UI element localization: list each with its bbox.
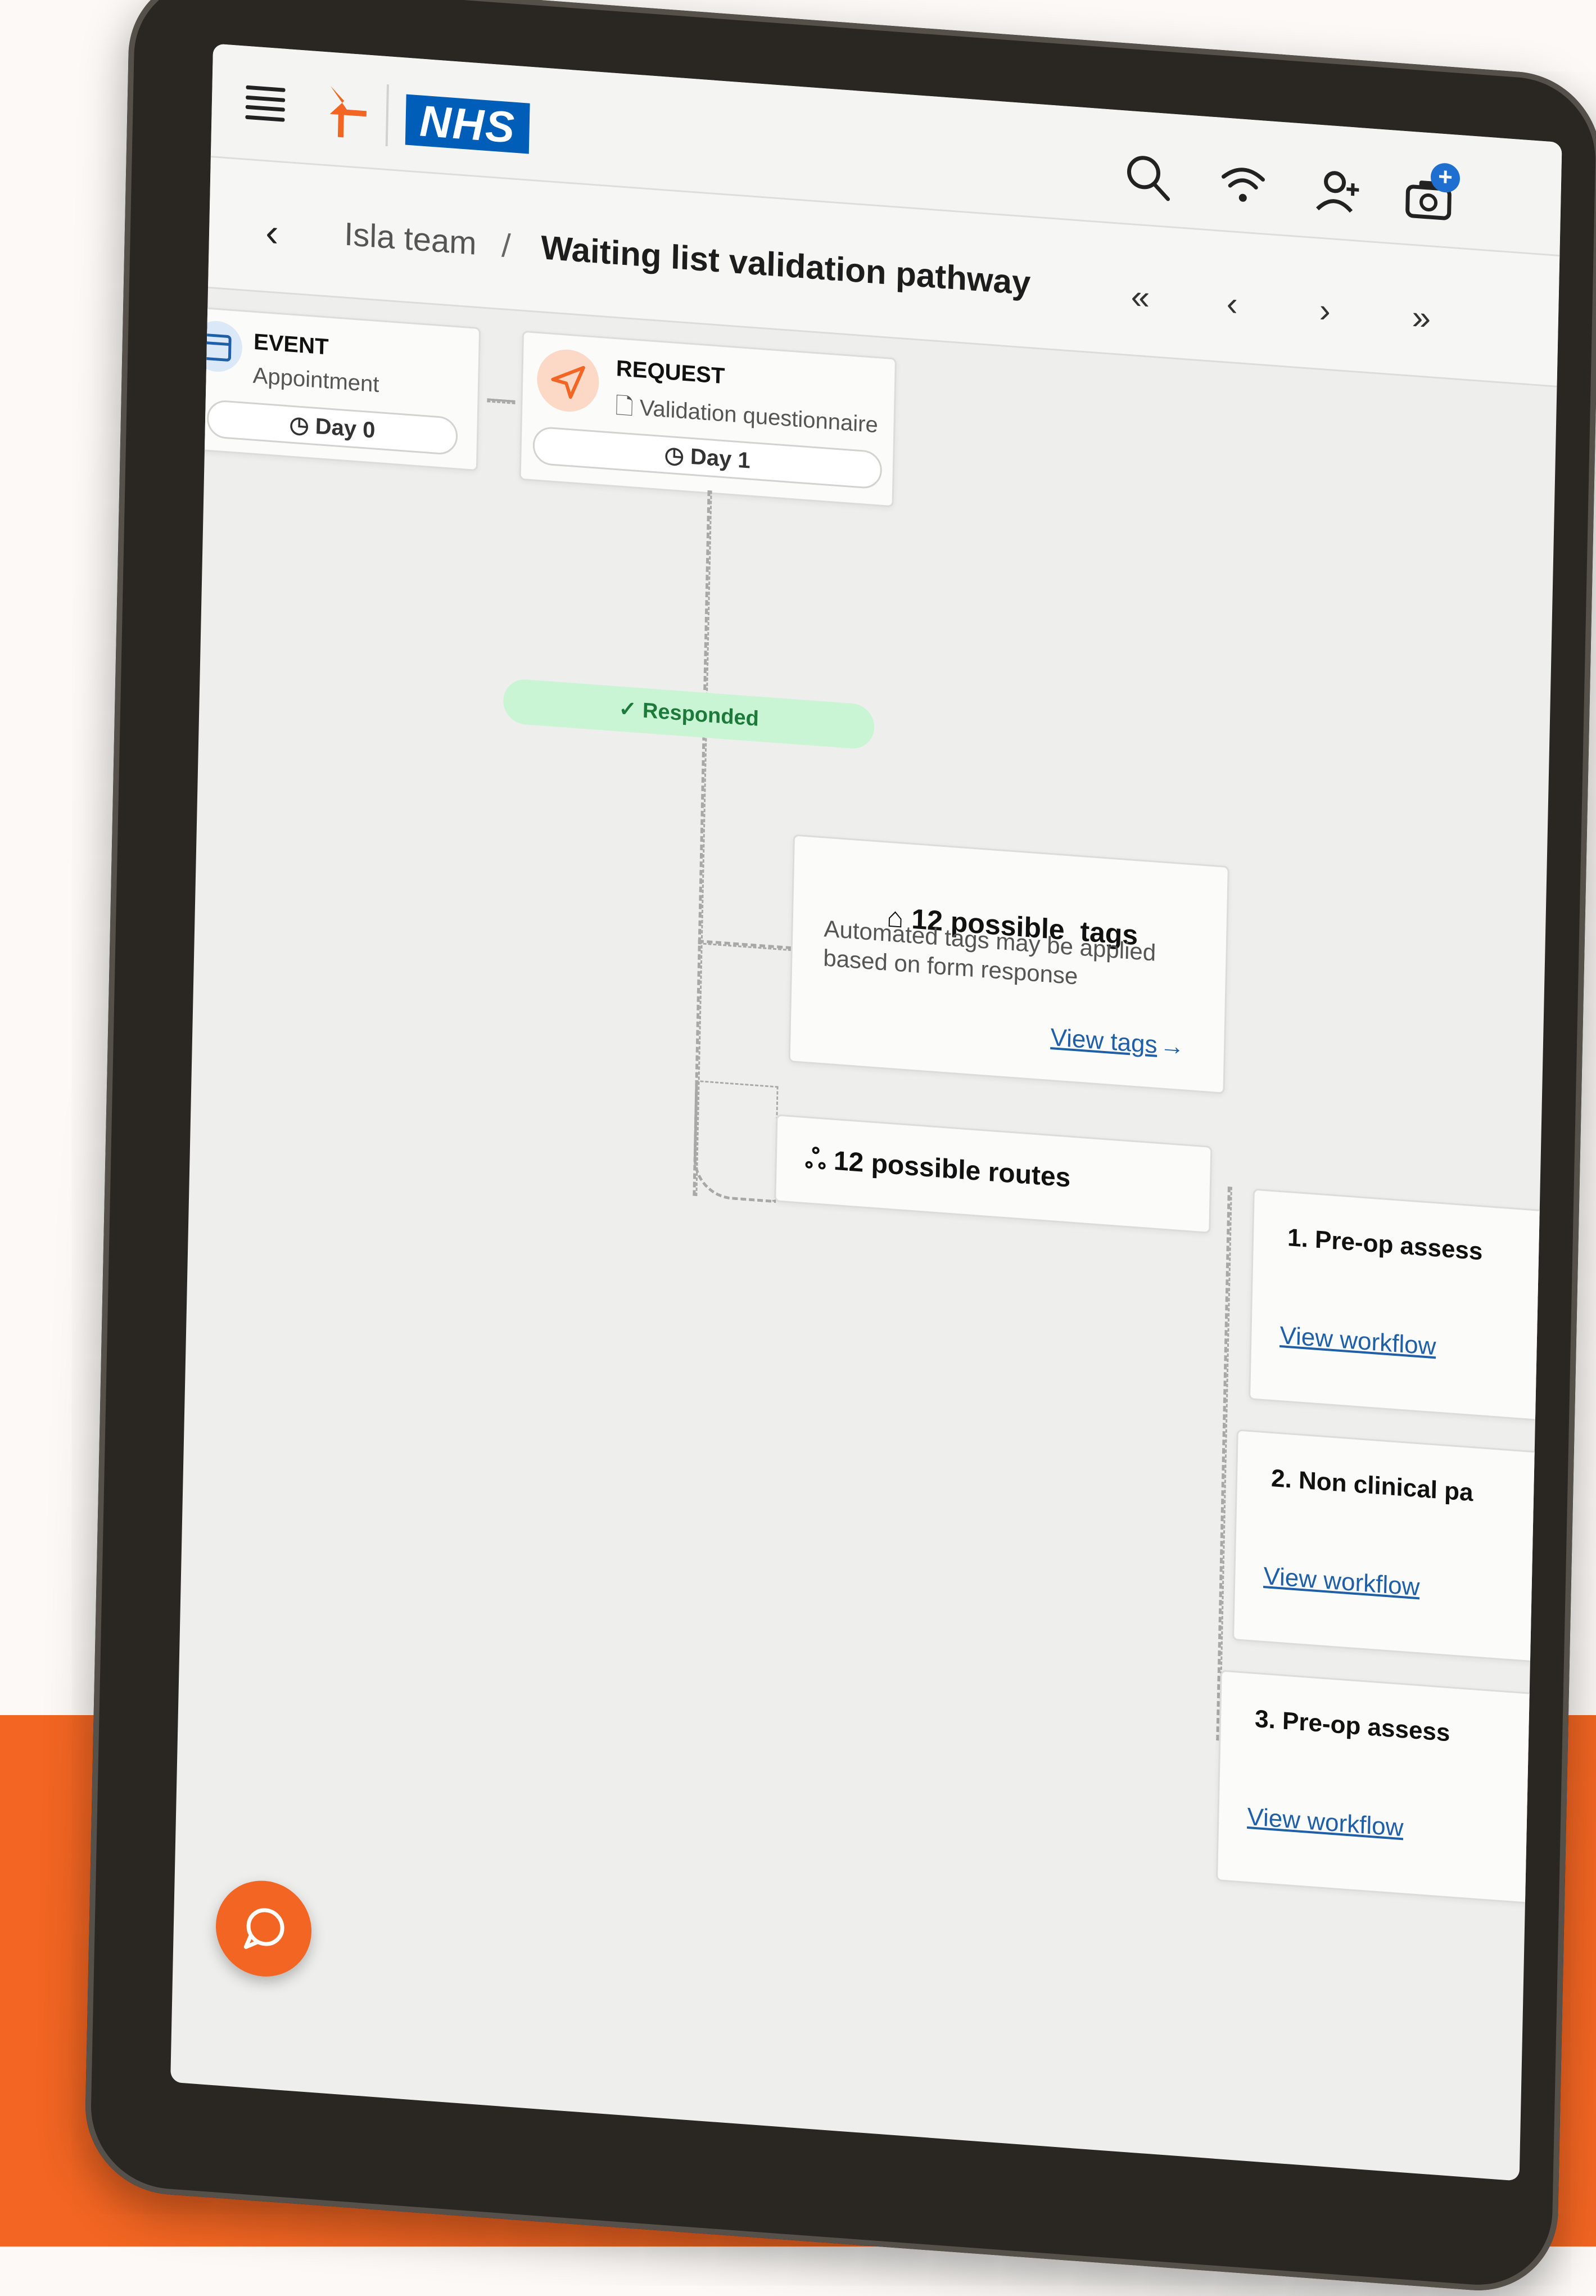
last-page-button[interactable]: » bbox=[1412, 297, 1431, 337]
search-icon[interactable] bbox=[1122, 150, 1173, 204]
responded-status-badge: ✓ Responded bbox=[503, 678, 875, 750]
back-chevron-icon[interactable]: ‹ bbox=[265, 209, 279, 255]
request-node-name: Validation questionnaire bbox=[639, 395, 878, 437]
view-workflow-link[interactable]: View workflow bbox=[1247, 1803, 1404, 1842]
clock-icon: ◷ bbox=[664, 442, 690, 468]
event-day-pill: ◷ Day 0 bbox=[206, 399, 458, 456]
request-node-card[interactable]: REQUEST 🗋 Validation questionnaire ◷ Day… bbox=[519, 331, 897, 507]
view-tags-label: View tags bbox=[1050, 1023, 1158, 1059]
request-node-day: Day 1 bbox=[690, 444, 751, 473]
app-screen: NHS + bbox=[170, 43, 1562, 2181]
tags-branch-connector bbox=[698, 940, 792, 951]
route-card[interactable]: 2. Non clinical pa View workflow bbox=[1232, 1429, 1562, 1665]
nhs-logo: NHS bbox=[405, 94, 530, 154]
wifi-icon bbox=[1217, 157, 1269, 211]
header-divider bbox=[386, 84, 389, 146]
event-request-connector bbox=[487, 398, 515, 404]
clock-icon: ◷ bbox=[289, 412, 315, 438]
tablet-device: NHS + bbox=[84, 0, 1596, 2296]
tags-card: ⌂ 12 possible tags Automated tags may be… bbox=[789, 834, 1229, 1094]
event-node-day: Day 0 bbox=[315, 414, 376, 443]
breadcrumb-parent[interactable]: Isla team bbox=[344, 215, 477, 263]
view-tags-link[interactable]: View tags → bbox=[1050, 1023, 1184, 1061]
route-title: 3. Pre-op assess bbox=[1255, 1705, 1450, 1747]
arrow-right-icon: → bbox=[1160, 1031, 1185, 1061]
event-node-card[interactable]: EVENT Appointment ◷ Day 0 bbox=[193, 306, 481, 471]
view-workflow-link[interactable]: View workflow bbox=[1263, 1562, 1420, 1602]
routes-card[interactable]: ஃ 12 possible routes bbox=[774, 1114, 1212, 1234]
route-card[interactable]: 1. Pre-op assess View workflow bbox=[1249, 1188, 1562, 1424]
next-page-button[interactable]: › bbox=[1319, 291, 1331, 330]
route-title: 1. Pre-op assess bbox=[1287, 1224, 1483, 1266]
hamburger-menu-icon[interactable] bbox=[245, 85, 285, 122]
route-card[interactable]: 3. Pre-op assess View workflow bbox=[1216, 1670, 1561, 1906]
add-user-icon[interactable] bbox=[1313, 164, 1364, 218]
first-page-button[interactable]: « bbox=[1131, 277, 1150, 317]
document-icon: 🗋 bbox=[615, 394, 640, 420]
routes-dashed-spine bbox=[1216, 1187, 1232, 1740]
page-title: Waiting list validation pathway bbox=[541, 228, 1031, 303]
routes-card-title-row: ஃ 12 possible routes bbox=[804, 1143, 1071, 1197]
route-title: 2. Non clinical pa bbox=[1271, 1464, 1473, 1507]
previous-page-button[interactable]: ‹ bbox=[1226, 284, 1238, 323]
view-workflow-link[interactable]: View workflow bbox=[1279, 1321, 1436, 1361]
camera-button[interactable]: + bbox=[1403, 170, 1454, 224]
send-icon bbox=[536, 348, 599, 414]
routes-card-title: 12 possible routes bbox=[833, 1146, 1071, 1193]
route-branch-icon: ஃ bbox=[804, 1144, 834, 1176]
request-node-type: REQUEST bbox=[616, 356, 725, 389]
event-node-type: EVENT bbox=[254, 330, 329, 360]
chat-button[interactable] bbox=[215, 1878, 313, 1980]
event-node-name: Appointment bbox=[252, 363, 379, 398]
routes-branch-connector bbox=[693, 1080, 778, 1203]
brand-logo-icon bbox=[313, 82, 370, 142]
breadcrumb-separator: / bbox=[501, 227, 512, 265]
chat-bubble-icon bbox=[215, 1878, 313, 1980]
